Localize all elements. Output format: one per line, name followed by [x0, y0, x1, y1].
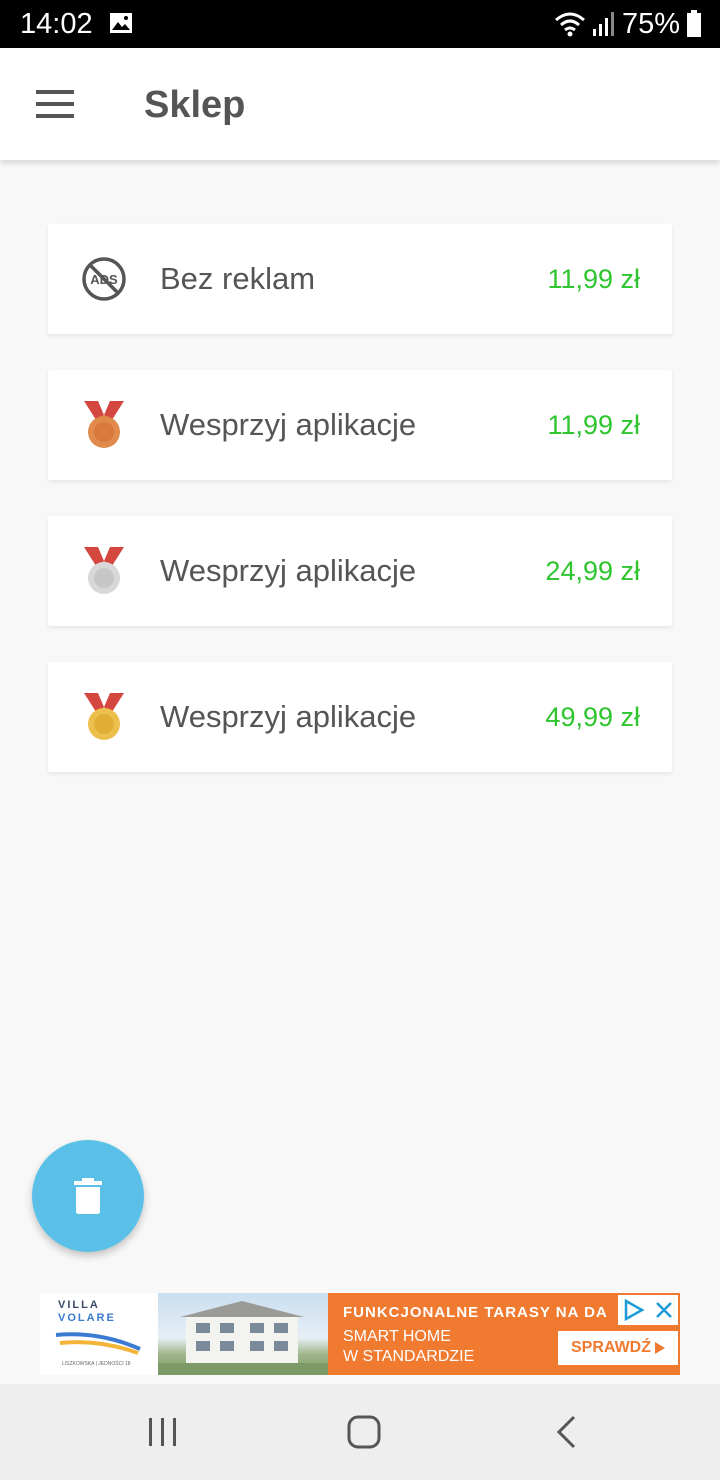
- hamburger-menu-icon: [36, 90, 74, 118]
- product-label: Bez reklam: [160, 261, 316, 296]
- ad-brand-line1: VILLA: [58, 1299, 100, 1311]
- logo-swoosh-icon: [55, 1332, 141, 1355]
- trash-icon: [74, 1178, 102, 1214]
- adchoices-icon[interactable]: [623, 1299, 645, 1321]
- ad-building-image: [158, 1293, 328, 1375]
- app-bar: Sklep: [0, 48, 720, 160]
- page-title: Sklep: [144, 84, 246, 126]
- product-card-support-bronze[interactable]: Wesprzyj aplikacje 11,99 zł: [48, 370, 672, 480]
- back-button[interactable]: [538, 1412, 594, 1452]
- product-card-no-ads[interactable]: ADS Bez reklam 11,99 zł: [48, 224, 672, 334]
- signal-icon: [592, 12, 614, 36]
- product-price: 49,99 zł: [545, 702, 640, 732]
- product-price: 11,99 zł: [547, 410, 640, 440]
- product-card-support-silver[interactable]: Wesprzyj aplikacje 24,99 zł: [48, 516, 672, 626]
- image-icon: [110, 13, 132, 33]
- home-icon: [347, 1415, 381, 1449]
- play-arrow-icon: [655, 1342, 665, 1354]
- product-label: Wesprzyj aplikacje: [160, 553, 417, 588]
- gold-medal-icon: [84, 693, 124, 740]
- silver-medal-icon: [84, 547, 124, 594]
- product-price: 24,99 zł: [545, 556, 640, 586]
- ad-brand-small: LISZKOWSKA | JEDNOŚCI 18: [62, 1361, 131, 1367]
- product-label: Wesprzyj aplikacje: [160, 407, 417, 442]
- wifi-icon: [554, 12, 585, 37]
- ad-headline: FUNKCJONALNE TARASY NA DA: [343, 1304, 608, 1321]
- menu-button[interactable]: [24, 78, 88, 130]
- recent-apps-icon: [149, 1418, 176, 1446]
- close-ad-icon[interactable]: [654, 1300, 674, 1320]
- system-nav-bar: [0, 1384, 720, 1480]
- product-price: 11,99 zł: [547, 264, 640, 294]
- building-icon: [158, 1301, 328, 1375]
- delete-fab[interactable]: [32, 1140, 144, 1252]
- battery-percent: 75%: [621, 8, 680, 40]
- ad-cta-button[interactable]: SPRAWDŹ: [558, 1331, 678, 1365]
- ad-cta-label: SPRAWDŹ: [571, 1339, 651, 1356]
- no-ads-icon: ADS: [82, 257, 126, 301]
- ad-subline-1: SMART HOME: [343, 1328, 451, 1345]
- product-label: Wesprzyj aplikacje: [160, 699, 417, 734]
- status-bar: 14:02 75%: [0, 0, 720, 48]
- status-time: 14:02: [20, 8, 93, 40]
- home-button[interactable]: [336, 1412, 392, 1452]
- ad-choices[interactable]: [618, 1295, 678, 1325]
- product-card-support-gold[interactable]: Wesprzyj aplikacje 49,99 zł: [48, 662, 672, 772]
- ad-subline-2: W STANDARDZIE: [343, 1348, 475, 1365]
- back-icon: [556, 1415, 576, 1449]
- ad-banner[interactable]: VILLA VOLARE LISZKOWSKA | JEDNOŚCI 18 FU…: [40, 1293, 680, 1375]
- battery-icon: [687, 10, 701, 37]
- recent-apps-button[interactable]: [135, 1412, 191, 1452]
- ad-logo: VILLA VOLARE LISZKOWSKA | JEDNOŚCI 18: [40, 1293, 158, 1375]
- bronze-medal-icon: [84, 401, 124, 448]
- ad-brand-line2: VOLARE: [58, 1312, 116, 1324]
- status-right: 75%: [554, 7, 702, 41]
